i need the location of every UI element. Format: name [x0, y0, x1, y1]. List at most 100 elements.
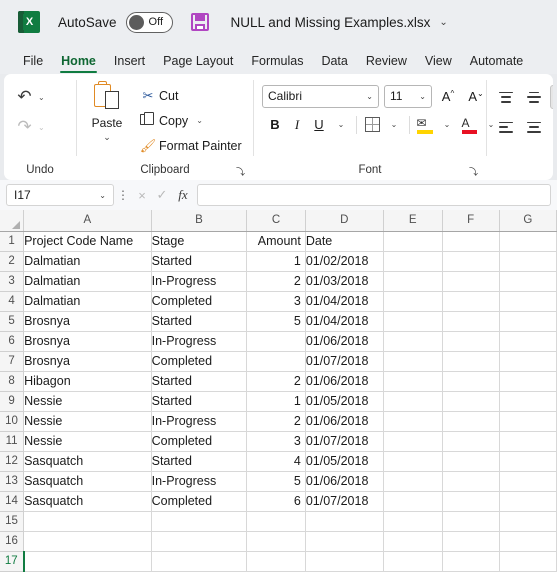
cell-D4[interactable]: 01/04/2018 [305, 291, 384, 312]
cell-G17[interactable] [499, 551, 557, 572]
cell-G16[interactable] [499, 531, 557, 552]
row-header-17[interactable]: 17 [0, 551, 25, 572]
cell-E3[interactable] [383, 271, 443, 292]
font-name-combo[interactable]: Calibri ⌄ [262, 84, 379, 108]
chevron-down-icon[interactable]: ⌄ [38, 123, 45, 132]
cell-E1[interactable] [383, 231, 443, 252]
column-header-b[interactable]: B [151, 210, 248, 232]
fill-color-button[interactable]: ✉ [414, 113, 436, 136]
name-box[interactable]: I17 ⌄ [6, 184, 114, 206]
column-header-f[interactable]: F [442, 210, 500, 232]
cell-A1[interactable]: Project Code Name [23, 231, 152, 252]
cell-E12[interactable] [383, 451, 443, 472]
cell-F9[interactable] [442, 391, 500, 412]
cell-G4[interactable] [499, 291, 557, 312]
align-right-button[interactable] [550, 115, 553, 139]
cell-B9[interactable]: Started [151, 391, 248, 412]
cell-B4[interactable]: Completed [151, 291, 248, 312]
cell-F3[interactable] [442, 271, 500, 292]
cell-A12[interactable]: Sasquatch [23, 451, 152, 472]
cell-D13[interactable]: 01/06/2018 [305, 471, 384, 492]
cell-C13[interactable]: 5 [246, 471, 306, 492]
cell-F13[interactable] [442, 471, 500, 492]
bold-button[interactable]: B [264, 113, 286, 136]
cell-C3[interactable]: 2 [246, 271, 306, 292]
row-header-14[interactable]: 14 [0, 491, 25, 512]
row-header-6[interactable]: 6 [0, 331, 25, 352]
tab-view[interactable]: View [416, 54, 461, 74]
tab-automate[interactable]: Automate [461, 54, 533, 74]
cell-G9[interactable] [499, 391, 557, 412]
cell-C15[interactable] [246, 511, 306, 532]
chevron-down-icon[interactable]: ⌄ [439, 17, 447, 28]
undo-button[interactable]: ↶ ⌄ [14, 82, 45, 112]
cell-F10[interactable] [442, 411, 500, 432]
cell-E10[interactable] [383, 411, 443, 432]
cell-D9[interactable]: 01/05/2018 [305, 391, 384, 412]
align-middle-button[interactable] [522, 85, 546, 109]
cell-G6[interactable] [499, 331, 557, 352]
tab-formulas[interactable]: Formulas [242, 54, 312, 74]
font-color-button[interactable]: A [458, 113, 480, 136]
borders-dropdown[interactable]: ⌄ [383, 113, 405, 136]
cell-D10[interactable]: 01/06/2018 [305, 411, 384, 432]
cell-F7[interactable] [442, 351, 500, 372]
cell-B8[interactable]: Started [151, 371, 248, 392]
align-left-button[interactable] [494, 115, 518, 139]
cell-B16[interactable] [151, 531, 248, 552]
row-header-5[interactable]: 5 [0, 311, 25, 332]
row-header-12[interactable]: 12 [0, 451, 25, 472]
row-header-11[interactable]: 11 [0, 431, 25, 452]
cell-B7[interactable]: Completed [151, 351, 248, 372]
cell-A4[interactable]: Dalmatian [23, 291, 152, 312]
cell-A9[interactable]: Nessie [23, 391, 152, 412]
cell-A13[interactable]: Sasquatch [23, 471, 152, 492]
decrease-font-size-button[interactable]: A ⌄ [464, 84, 488, 108]
column-header-e[interactable]: E [383, 210, 443, 232]
clipboard-dialog-launcher[interactable]: ⤵ [236, 167, 247, 178]
cell-B15[interactable] [151, 511, 248, 532]
cell-F14[interactable] [442, 491, 500, 512]
cell-D12[interactable]: 01/05/2018 [305, 451, 384, 472]
insert-function-icon[interactable]: fx [172, 187, 194, 203]
chevron-down-icon[interactable]: ⌄ [103, 132, 111, 143]
cell-C14[interactable]: 6 [246, 491, 306, 512]
cell-C12[interactable]: 4 [246, 451, 306, 472]
cell-G8[interactable] [499, 371, 557, 392]
cut-button[interactable]: ✂ Cut [137, 83, 242, 108]
cell-D16[interactable] [305, 531, 384, 552]
cell-F4[interactable] [442, 291, 500, 312]
cell-F1[interactable] [442, 231, 500, 252]
row-header-4[interactable]: 4 [0, 291, 25, 312]
tab-data[interactable]: Data [312, 54, 356, 74]
cell-B11[interactable]: Completed [151, 431, 248, 452]
row-header-16[interactable]: 16 [0, 531, 25, 552]
cell-B12[interactable]: Started [151, 451, 248, 472]
row-header-15[interactable]: 15 [0, 511, 25, 532]
cell-C10[interactable]: 2 [246, 411, 306, 432]
chevron-down-icon[interactable]: ⌄ [38, 93, 45, 102]
cell-G2[interactable] [499, 251, 557, 272]
row-header-7[interactable]: 7 [0, 351, 25, 372]
cell-D3[interactable]: 01/03/2018 [305, 271, 384, 292]
cell-D1[interactable]: Date [305, 231, 384, 252]
cell-G5[interactable] [499, 311, 557, 332]
cell-G1[interactable] [499, 231, 557, 252]
italic-button[interactable]: I [286, 113, 308, 136]
cell-E5[interactable] [383, 311, 443, 332]
row-header-9[interactable]: 9 [0, 391, 25, 412]
cell-E17[interactable] [383, 551, 443, 572]
format-painter-button[interactable]: 🖌 Format Painter [137, 133, 242, 158]
cell-D7[interactable]: 01/07/2018 [305, 351, 384, 372]
cell-C4[interactable]: 3 [246, 291, 306, 312]
cell-A17[interactable] [23, 551, 152, 572]
cell-D17[interactable] [305, 551, 384, 572]
column-header-c[interactable]: C [246, 210, 306, 232]
cell-C5[interactable]: 5 [246, 311, 306, 332]
tab-insert[interactable]: Insert [105, 54, 154, 74]
cell-C17[interactable] [246, 551, 306, 572]
cell-B17[interactable] [151, 551, 248, 572]
formula-bar-options-icon[interactable]: ⋮ [114, 188, 132, 202]
increase-font-size-button[interactable]: A ^ [436, 84, 460, 108]
cell-A16[interactable] [23, 531, 152, 552]
